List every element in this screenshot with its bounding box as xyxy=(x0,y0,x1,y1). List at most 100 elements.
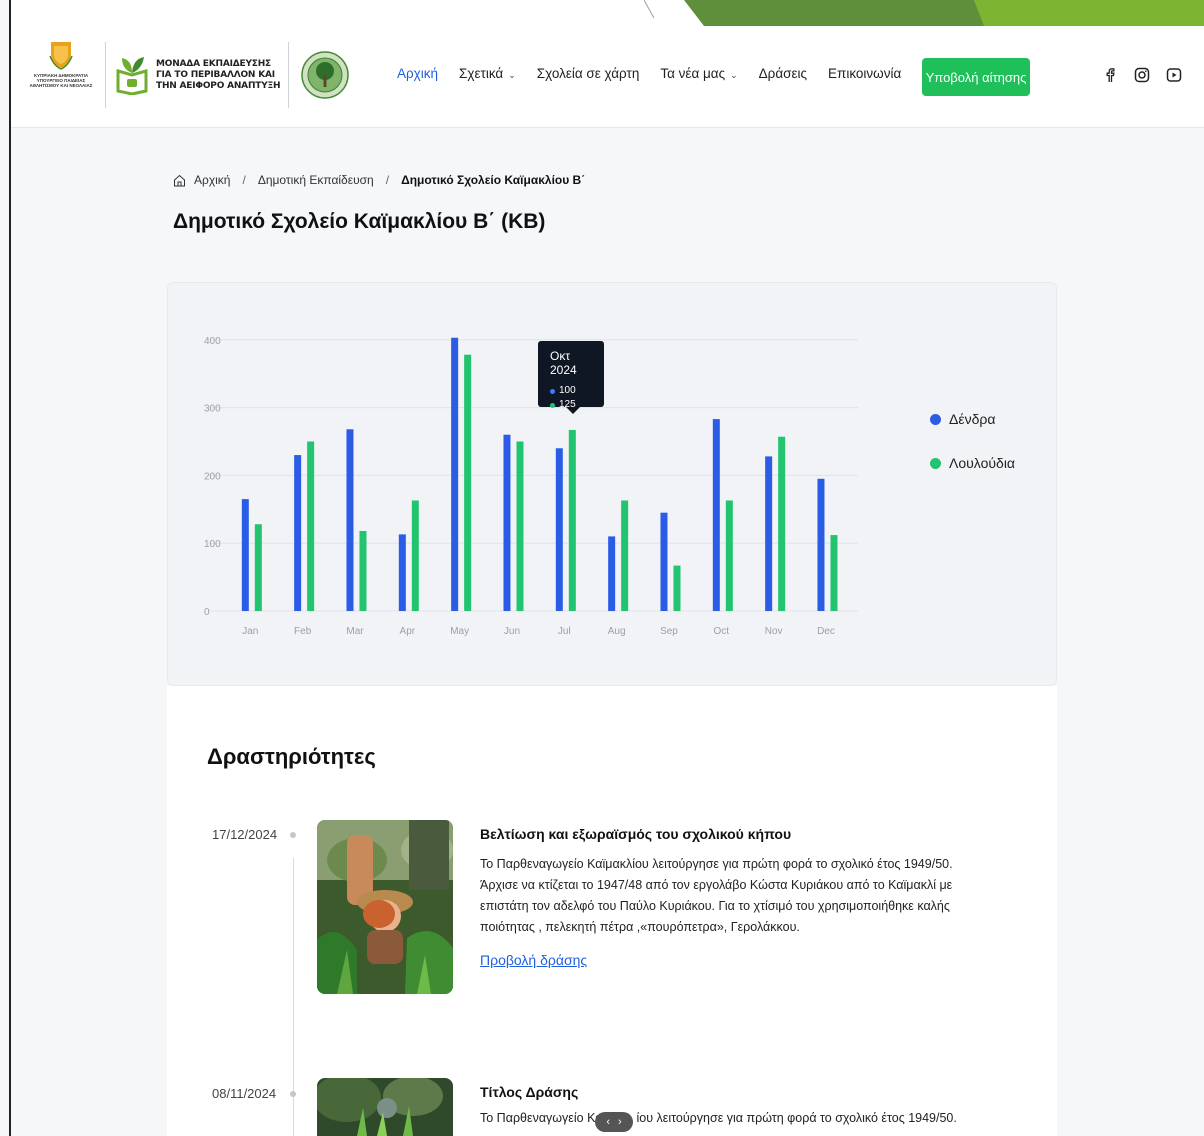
activity-title: Βελτίωση και εξωραϊσμός του σχολικού κήπ… xyxy=(480,826,792,842)
bar-flowers-mar[interactable] xyxy=(359,530,367,611)
bar-flowers-jan[interactable] xyxy=(254,524,262,611)
logo-divider xyxy=(288,42,290,108)
nav-home[interactable]: Αρχική xyxy=(397,66,438,81)
instagram-icon[interactable] xyxy=(1133,66,1151,84)
bar-flowers-dec[interactable] xyxy=(830,535,838,611)
tooltip-dot-flowers xyxy=(550,402,555,408)
breadcrumb-separator: / xyxy=(385,173,390,187)
activity-desc-line: Το Παρθεναγωγείο Καϊμακλίου λειτούργησε … xyxy=(480,857,953,871)
school-tree-seal-icon[interactable] xyxy=(301,51,350,99)
carousel-pager: ‹ › xyxy=(595,1112,633,1132)
unit-logo-line1: ΜΟΝΑΔΑ ΕΚΠΑΙΔΕΥΣΗΣ xyxy=(156,58,271,69)
activities-title: Δραστηριότητες xyxy=(207,744,376,769)
y-tick-label: 400 xyxy=(204,336,221,347)
book-plant-icon xyxy=(116,57,148,95)
breadcrumb-primary-education[interactable]: Δημοτική Εκπαίδευση xyxy=(258,173,374,187)
unit-logo-line2: ΓΙΑ ΤΟ ΠΕΡΙΒΑΛΛΟΝ ΚΑΙ xyxy=(156,69,275,80)
x-tick-label: Sep xyxy=(660,626,678,637)
x-tick-label: Apr xyxy=(400,626,416,637)
nav-about-label: Σχετικά xyxy=(459,66,504,81)
legend-item-trees[interactable]: Δένδρα xyxy=(930,411,1015,427)
environment-unit-logo[interactable]: ΜΟΝΑΔΑ ΕΚΠΑΙΔΕΥΣΗΣ ΓΙΑ ΤΟ ΠΕΡΙΒΑΛΛΟΝ ΚΑΙ… xyxy=(114,55,281,95)
nav-actions[interactable]: Δράσεις xyxy=(759,66,807,81)
activity-desc-line: ποιότητας , πελεκητή πέτρα ,«πουρόπετρα»… xyxy=(480,920,800,934)
chevron-right-icon[interactable]: › xyxy=(618,1116,622,1128)
bar-trees-dec[interactable] xyxy=(817,478,825,611)
bar-flowers-feb[interactable] xyxy=(307,441,315,611)
y-tick-label: 0 xyxy=(204,607,210,618)
bar-flowers-aug[interactable] xyxy=(621,500,629,611)
bar-trees-apr[interactable] xyxy=(398,534,406,611)
activity-description: Το Παρθεναγωγείο Κα ίου λειτούργησε για … xyxy=(480,1108,1040,1129)
legend-label-flowers: Λουλούδια xyxy=(949,455,1016,471)
nav-contact-label: Επικοινωνία xyxy=(828,66,902,81)
tooltip-title: Οκτ 2024 xyxy=(550,349,577,377)
legend-dot-flowers xyxy=(930,457,941,469)
bar-flowers-nov[interactable] xyxy=(778,436,786,611)
bar-chart: 0 100 200 300 400 Jan Feb Mar Apr May Jun Jul Aug Sep… xyxy=(204,336,858,637)
x-tick-label: May xyxy=(450,626,469,637)
bar-flowers-may[interactable] xyxy=(464,354,472,611)
bar-flowers-sep[interactable] xyxy=(673,565,681,611)
view-activity-link[interactable]: Προβολή δράσης xyxy=(480,952,587,968)
cyprus-crest-icon xyxy=(49,42,73,70)
home-icon[interactable] xyxy=(173,174,186,187)
bar-flowers-jun[interactable] xyxy=(516,441,524,611)
submit-application-button[interactable]: Υποβολή αίτησης xyxy=(922,58,1030,96)
cyprus-government-logo[interactable]: ΚΥΠΡΙΑΚΗ ΔΗΜΟΚΡΑΤΙΑ ΥΠΟΥΡΓΕΙΟ ΠΑΙΔΕΙΑΣ Α… xyxy=(25,40,97,110)
unit-logo-text: ΜΟΝΑΔΑ ΕΚΠΑΙΔΕΥΣΗΣ ΓΙΑ ΤΟ ΠΕΡΙΒΑΛΛΟΝ ΚΑΙ… xyxy=(156,58,281,92)
bar-trees-feb[interactable] xyxy=(294,455,302,611)
bar-trees-jun[interactable] xyxy=(503,434,511,611)
breadcrumb-current: Δημοτικό Σχολείο Καϊμακλίου Β΄ xyxy=(401,173,586,187)
nav-news[interactable]: Τα νέα μας ⌄ xyxy=(660,66,737,81)
tooltip-value-flowers: 125 xyxy=(559,399,576,410)
logo-divider xyxy=(105,42,106,108)
nav-contact[interactable]: Επικοινωνία xyxy=(828,66,901,81)
chevron-left-icon[interactable]: ‹ xyxy=(606,1116,610,1128)
bar-trees-jan[interactable] xyxy=(241,499,249,611)
x-tick-label: Nov xyxy=(765,626,783,637)
bar-trees-nov[interactable] xyxy=(765,456,773,611)
x-tick-label: Jan xyxy=(242,626,258,637)
garden-child-photo xyxy=(317,820,453,994)
chart-tooltip: Οκτ 2024 100 125 xyxy=(538,341,604,414)
activity-image[interactable] xyxy=(317,1078,453,1136)
bar-trees-jul[interactable] xyxy=(555,448,563,611)
bar-trees-sep[interactable] xyxy=(660,512,668,611)
activity-image[interactable] xyxy=(317,820,453,994)
bar-flowers-apr[interactable] xyxy=(411,500,419,611)
facebook-icon[interactable] xyxy=(1101,66,1119,84)
activity-description: Το Παρθεναγωγείο Καϊμακλίου λειτούργησε … xyxy=(480,854,960,938)
activity-desc-line: Άρχισε να κτίζεται το 1947/48 από τον ερ… xyxy=(480,878,953,892)
bar-trees-oct[interactable] xyxy=(712,419,720,611)
x-tick-label: Mar xyxy=(346,626,364,637)
youtube-icon[interactable] xyxy=(1165,66,1183,84)
breadcrumb-home[interactable]: Αρχική xyxy=(194,173,230,187)
chart-card: 0 100 200 300 400 Jan Feb Mar Apr May Jun Jul Aug Sep… xyxy=(167,282,1057,686)
logo-group: ΚΥΠΡΙΑΚΗ ΔΗΜΟΚΡΑΤΙΑ ΥΠΟΥΡΓΕΙΟ ΠΑΙΔΕΙΑΣ Α… xyxy=(25,40,350,110)
frame-left-rule xyxy=(9,0,11,1136)
activity-desc-line: ίου λειτούργησε για πρώτη φορά το σχολικ… xyxy=(636,1111,957,1125)
timeline-bullet xyxy=(290,1091,296,1097)
bar-flowers-jul[interactable] xyxy=(568,429,576,611)
legend-item-flowers[interactable]: Λουλούδια xyxy=(930,455,1015,471)
bar-flowers-oct[interactable] xyxy=(725,500,733,611)
breadcrumb-separator: / xyxy=(242,173,246,187)
nav-home-label: Αρχική xyxy=(397,66,439,81)
nav-schools-map[interactable]: Σχολεία σε χάρτη xyxy=(537,66,640,81)
nav-about[interactable]: Σχετικά ⌄ xyxy=(459,66,516,81)
site-header: ΚΥΠΡΙΑΚΗ ΔΗΜΟΚΡΑΤΙΑ ΥΠΟΥΡΓΕΙΟ ΠΑΙΔΕΙΑΣ Α… xyxy=(11,0,1204,128)
activity-title: Τίτλος Δράσης xyxy=(480,1084,579,1100)
bar-trees-may[interactable] xyxy=(451,337,459,611)
x-tick-label: Dec xyxy=(817,626,835,637)
activity-desc-line: Το Παρθεναγωγείο Κα xyxy=(480,1111,603,1125)
chevron-down-icon: ⌄ xyxy=(508,70,516,80)
bar-trees-mar[interactable] xyxy=(346,429,354,611)
social-links xyxy=(1101,66,1183,84)
tooltip-row-flowers: 125 xyxy=(550,395,592,415)
bar-trees-aug[interactable] xyxy=(608,536,616,611)
breadcrumb: Αρχική / Δημοτική Εκπαίδευση / Δημοτικό … xyxy=(173,173,585,187)
gov-logo-caption: ΚΥΠΡΙΑΚΗ ΔΗΜΟΚΡΑΤΙΑ ΥΠΟΥΡΓΕΙΟ ΠΑΙΔΕΙΑΣ Α… xyxy=(29,73,93,88)
activity-desc-line: επιστάτη τον αδελφό του Παύλο Κυριάκου. … xyxy=(480,899,950,913)
main-navigation: Αρχική Σχετικά ⌄ Σχολεία σε χάρτη Τα νέα … xyxy=(397,66,901,81)
